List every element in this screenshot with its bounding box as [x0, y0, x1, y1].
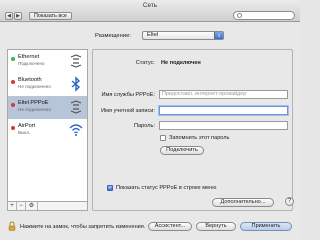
- service-status: Подключено: [18, 61, 45, 66]
- service-name: Bluetooth: [18, 77, 42, 83]
- add-service-button[interactable]: +: [8, 202, 17, 210]
- service-status: Не подключено: [18, 84, 51, 89]
- revert-button[interactable]: Вернуть: [196, 222, 236, 231]
- pppoe-icon: [70, 100, 82, 114]
- ethernet-icon: [70, 54, 82, 68]
- password-field[interactable]: [159, 121, 288, 130]
- services-list[interactable]: Ethernet Подключено Bluetooth Не подключ…: [7, 49, 88, 202]
- lock-message: Нажмите на замок, чтобы запретить измене…: [20, 224, 146, 230]
- service-item-airport[interactable]: AirPort Выкл.: [8, 119, 87, 142]
- status-dot-icon: [11, 57, 15, 61]
- service-status: Выкл.: [18, 130, 31, 135]
- gear-icon[interactable]: ⚙: [26, 202, 38, 210]
- network-preferences-window: Сеть ◀ ▶ Показать все Размещение: Eltel …: [0, 0, 300, 240]
- show-all-button[interactable]: Показать все: [29, 12, 72, 20]
- apply-button[interactable]: Применить: [240, 222, 292, 231]
- status-dot-icon: [11, 80, 15, 84]
- status-dot-icon: [11, 126, 15, 130]
- connect-button[interactable]: Подключить: [160, 146, 204, 155]
- forward-button[interactable]: ▶: [14, 12, 22, 20]
- show-status-label: Показать статус PPPoE в строке меню: [116, 185, 217, 191]
- show-status-checkbox[interactable]: ✓: [107, 185, 113, 191]
- search-field[interactable]: [233, 11, 295, 20]
- remember-password-label: Запомнить этот пароль: [169, 135, 230, 141]
- lock-icon[interactable]: [8, 221, 16, 231]
- service-item-eltel-pppoe[interactable]: Eltel PPPoE Не подключено: [8, 96, 87, 119]
- service-status: Не подключено: [18, 107, 51, 112]
- help-button[interactable]: ?: [285, 197, 294, 206]
- service-name: AirPort: [18, 123, 36, 129]
- airport-icon: [69, 124, 83, 136]
- status-label: Статус:: [135, 60, 155, 66]
- service-detail-panel: Статус: Не подключен Имя службы PPPoE: П…: [92, 49, 293, 211]
- location-select[interactable]: Eltel ⇕: [142, 31, 224, 40]
- password-label: Пароль:: [134, 123, 155, 129]
- service-name-field[interactable]: Предоставл. интернет-провайдер: [159, 90, 288, 99]
- remove-service-button[interactable]: −: [17, 202, 26, 210]
- service-name: Ethernet: [18, 54, 40, 60]
- account-field[interactable]: [159, 106, 288, 115]
- service-name-label: Имя службы PPPoE:: [101, 92, 155, 98]
- title-bar: Сеть ◀ ▶ Показать все: [0, 0, 300, 22]
- account-label: Имя учетной записи:: [101, 108, 155, 114]
- service-item-ethernet[interactable]: Ethernet Подключено: [8, 50, 87, 73]
- service-item-bluetooth[interactable]: Bluetooth Не подключено: [8, 73, 87, 96]
- location-value: Eltel: [147, 32, 159, 38]
- location-label: Размещение:: [95, 33, 131, 39]
- advanced-button[interactable]: Дополнительно...: [212, 198, 274, 207]
- service-name: Eltel PPPoE: [18, 100, 49, 106]
- search-icon: [237, 13, 242, 18]
- back-button[interactable]: ◀: [5, 12, 13, 20]
- remember-password-checkbox[interactable]: [160, 135, 166, 141]
- assistant-button[interactable]: Ассистент...: [148, 222, 192, 231]
- chevron-updown-icon: ⇕: [214, 32, 223, 39]
- status-dot-icon: [11, 103, 15, 107]
- services-toolbar: + − ⚙: [7, 201, 88, 211]
- bluetooth-icon: [71, 76, 81, 92]
- window-title: Сеть: [142, 2, 158, 9]
- status-value: Не подключен: [161, 60, 201, 66]
